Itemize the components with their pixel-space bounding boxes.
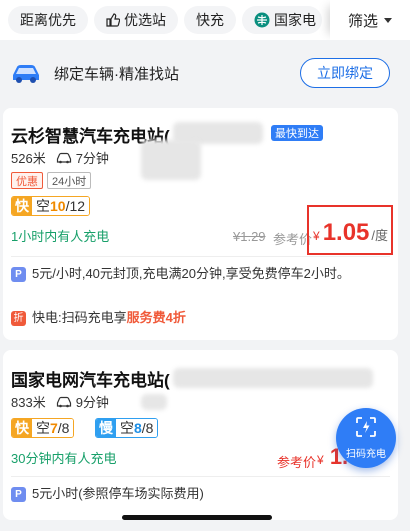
- current-price: 1.05: [322, 219, 370, 246]
- original-price: ¥1.29: [233, 229, 266, 244]
- discount-info: 折快电:扫码充电享服务费4折: [11, 308, 388, 328]
- filter-bar: 距离优先 优选站 快充 国家电 筛选: [0, 0, 410, 40]
- car-outline-icon: [56, 396, 72, 408]
- attended-status: 30分钟内有人充电: [11, 451, 117, 466]
- chip-fast-charge[interactable]: 快充: [184, 6, 236, 34]
- chip-preferred-station[interactable]: 优选站: [94, 6, 178, 34]
- attended-status: 1小时内有人充电: [11, 229, 110, 244]
- parking-info: P 5元/小时,40元封顶,充电满20分钟,享受免费停车2小时。: [11, 264, 388, 284]
- thumbs-up-icon: [106, 13, 120, 27]
- discount-icon: 折: [11, 311, 26, 326]
- fast-charger-availability: 快 空 10/12: [11, 196, 91, 216]
- home-indicator: [122, 515, 272, 520]
- distance: 526米: [11, 151, 46, 166]
- scan-to-charge-button[interactable]: 扫码充电: [336, 408, 396, 468]
- caret-down-icon: [384, 17, 392, 23]
- scan-icon: [355, 416, 377, 443]
- fastest-arrival-tag: 最快到达: [271, 125, 323, 141]
- car-outline-icon: [56, 152, 72, 164]
- blurred-area: [141, 140, 201, 180]
- parking-icon: P: [11, 267, 26, 282]
- divider: [11, 256, 390, 257]
- bind-vehicle-banner: 绑定车辆·精准找站 立即绑定: [0, 52, 410, 94]
- state-grid-logo-icon: [254, 12, 270, 28]
- bind-now-button[interactable]: 立即绑定: [300, 58, 390, 88]
- car-icon: [10, 62, 42, 84]
- station-card[interactable]: 云杉智慧汽车充电站( 最快到达 526米 7分钟 优惠 24小时 快 空 10/1…: [3, 108, 398, 340]
- blurred-area: [141, 394, 167, 410]
- fast-charger-availability: 快 空 7/8: [11, 418, 75, 438]
- drive-time: 9分钟: [75, 395, 109, 410]
- parking-info: P 5元小时(参照停车场实际费用): [11, 484, 388, 504]
- filter-button[interactable]: 筛选: [330, 0, 410, 40]
- chip-state-grid[interactable]: 国家电: [242, 6, 322, 34]
- distance-meta: 833米 9分钟: [11, 392, 109, 411]
- divider: [11, 476, 390, 477]
- hours-tag: 24小时: [47, 172, 92, 189]
- parking-icon: P: [11, 487, 26, 502]
- bind-banner-text: 绑定车辆·精准找站: [54, 65, 179, 83]
- drive-time: 7分钟: [75, 151, 109, 166]
- promo-tag: 优惠: [11, 172, 43, 189]
- slow-charger-availability: 慢 空 8/8: [95, 418, 159, 438]
- distance: 833米: [11, 395, 46, 410]
- station-name: 国家电网汽车充电站(: [11, 371, 170, 390]
- distance-meta: 526米 7分钟: [11, 148, 109, 167]
- chip-distance-first[interactable]: 距离优先: [8, 6, 88, 34]
- reference-price-label: 参考价: [277, 455, 317, 470]
- price-display: ¥ 1.05 /度: [307, 205, 393, 255]
- blurred-name: [173, 368, 373, 388]
